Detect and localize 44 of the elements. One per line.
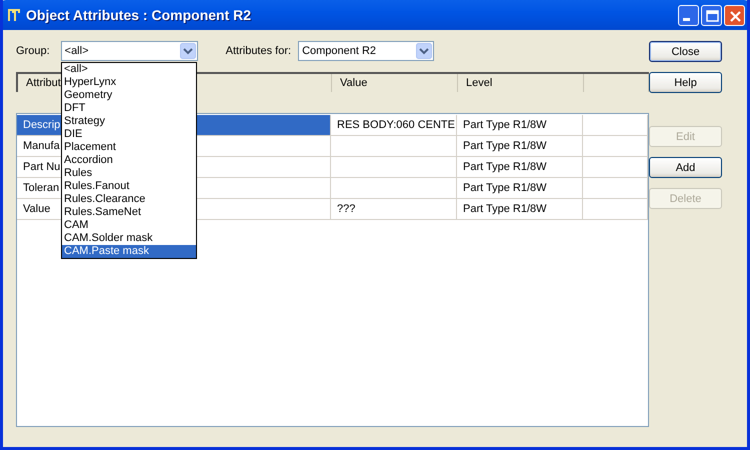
dropdown-option[interactable]: Placement (62, 141, 196, 154)
dropdown-option[interactable]: Rules.Fanout (62, 180, 196, 193)
app-icon (7, 8, 21, 22)
group-dropdown[interactable]: <all> (60, 41, 198, 61)
dropdown-option[interactable]: Rules.SameNet (62, 206, 196, 219)
dropdown-option[interactable]: CAM.Paste mask (62, 245, 196, 258)
dropdown-option[interactable]: Geometry (62, 89, 196, 102)
dropdown-option[interactable]: <all> (62, 63, 196, 76)
table-cell: Part Type R1/8W (457, 178, 583, 199)
table-cell: Part Type R1/8W (457, 115, 583, 136)
column-header[interactable]: Level (458, 74, 584, 92)
window-title: Object Attributes : Component R2 (26, 7, 252, 23)
table-cell: Part Type R1/8W (457, 136, 583, 157)
table-cell: Part Type R1/8W (457, 157, 583, 178)
chevron-down-icon (180, 43, 196, 59)
group-label: Group: (16, 45, 50, 57)
table-cell (583, 157, 648, 178)
maximize-button[interactable] (701, 4, 722, 26)
table-cell (583, 136, 648, 157)
dialog-button[interactable]: Add (649, 157, 722, 178)
table-cell: RES BODY:060 CENTE (331, 115, 457, 136)
attributes-for-label: Attributes for: (226, 45, 292, 57)
attributes-for-dropdown[interactable]: Component R2 (298, 41, 434, 61)
dropdown-option[interactable]: HyperLynx (62, 76, 196, 89)
close-button[interactable] (724, 4, 745, 26)
chevron-down-icon (416, 43, 432, 59)
minimize-button[interactable] (678, 4, 699, 26)
minimize-icon (682, 18, 690, 21)
dropdown-option[interactable]: CAM (62, 219, 196, 232)
dropdown-option[interactable]: Accordion (62, 154, 196, 167)
table-cell (583, 115, 648, 136)
table-cell: Part Type R1/8W (457, 199, 583, 220)
dialog-button[interactable]: Close (649, 41, 722, 62)
dropdown-option[interactable]: Rules (62, 167, 196, 180)
table-cell (583, 199, 648, 220)
dialog-button: Delete (649, 188, 722, 209)
table-cell (583, 178, 648, 199)
table-cell: ??? (331, 199, 457, 220)
dialog-button: Edit (649, 126, 722, 147)
dialog-button[interactable]: Help (649, 72, 722, 93)
dropdown-option[interactable]: Strategy (62, 115, 196, 128)
dropdown-option[interactable]: DFT (62, 102, 196, 115)
dropdown-option[interactable]: CAM.Solder mask (62, 232, 196, 245)
column-header[interactable]: Value (332, 74, 458, 92)
